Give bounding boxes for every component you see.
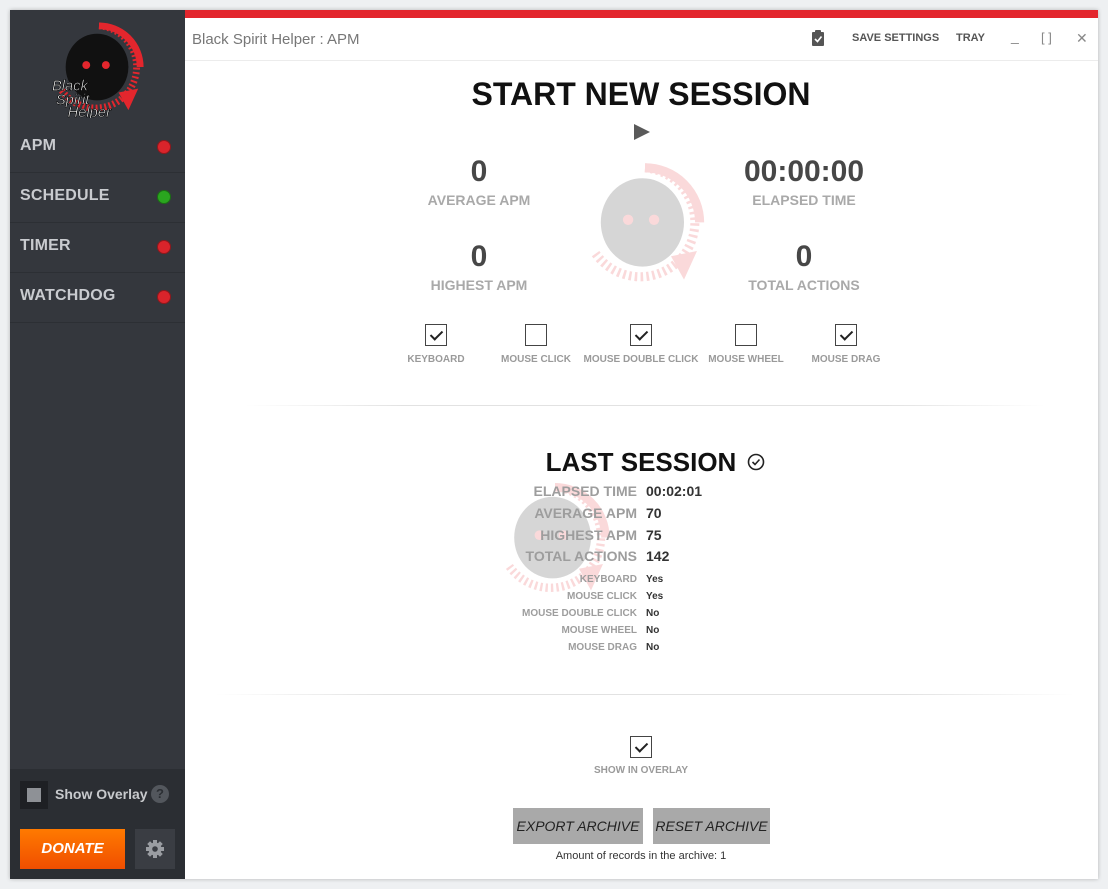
last-mouse-double-click-value: No (646, 608, 660, 619)
sidebar-item-label: WATCHDOG (20, 287, 116, 304)
mouse-drag-label: MOUSE DRAG (811, 354, 881, 365)
show-in-overlay-label: SHOW IN OVERLAY (593, 765, 689, 776)
last-total-actions-label: TOTAL ACTIONS (525, 548, 637, 564)
window-title: Black Spirit Helper : APM (192, 31, 360, 48)
main-panel: Black Spirit Helper : APM SAVE SETTINGS … (185, 10, 1098, 879)
tray-button[interactable]: TRAY (956, 32, 985, 44)
last-mouse-double-click-label: MOUSE DOUBLE CLICK (522, 608, 637, 619)
svg-text:Helper: Helper (68, 105, 112, 118)
sidebar-item-label: TIMER (20, 237, 71, 254)
last-mouse-drag-value: No (646, 642, 660, 653)
elapsed-time-value: 00:00:00 (743, 155, 865, 188)
highest-apm-label: HIGHEST APM (430, 277, 528, 293)
total-actions-value: 0 (795, 240, 813, 273)
close-button[interactable]: ✕ (1076, 30, 1088, 47)
accent-bar (185, 10, 1098, 18)
show-overlay-label: Show Overlay (55, 786, 148, 802)
last-mouse-click-label: MOUSE CLICK (567, 591, 637, 602)
elapsed-time-label: ELAPSED TIME (752, 192, 856, 208)
title-bar: Black Spirit Helper : APM SAVE SETTINGS … (185, 18, 1098, 61)
last-mouse-wheel-label: MOUSE WHEEL (561, 625, 637, 636)
minimize-button[interactable]: _ (1011, 28, 1019, 44)
show-overlay-checkbox[interactable] (20, 781, 48, 809)
show-in-overlay-checkbox[interactable] (630, 736, 652, 758)
maximize-button[interactable]: [ ] (1041, 30, 1052, 45)
show-overlay-toggle-row: Show Overlay ? (10, 769, 185, 819)
last-elapsed-time-value: 00:02:01 (646, 483, 703, 499)
sidebar-item-label: APM (20, 137, 57, 154)
mouse-click-checkbox[interactable] (525, 324, 547, 346)
last-mouse-drag-label: MOUSE DRAG (568, 642, 637, 653)
last-average-apm-value: 70 (646, 505, 662, 521)
archive-records-count: Amount of records in the archive: 1 (555, 850, 727, 862)
sidebar: Black Spirit Helper APM SCHEDULE TIMER W… (10, 10, 185, 879)
sidebar-item-timer[interactable]: TIMER (10, 223, 185, 273)
last-session-title: LAST SESSION (545, 447, 737, 477)
sidebar-footer: DONATE (10, 819, 185, 879)
last-elapsed-time-label: ELAPSED TIME (533, 483, 637, 499)
total-actions-label: TOTAL ACTIONS (748, 277, 860, 293)
last-average-apm-label: AVERAGE APM (534, 505, 637, 521)
average-apm-value: 0 (470, 155, 488, 188)
section-divider (215, 694, 1075, 695)
last-mouse-click-value: Yes (646, 591, 664, 602)
settings-button[interactable] (135, 829, 175, 869)
last-mouse-wheel-value: No (646, 625, 660, 636)
clipboard-check-icon[interactable] (811, 30, 825, 46)
sidebar-item-schedule[interactable]: SCHEDULE (10, 173, 185, 223)
gear-icon (146, 840, 164, 858)
sidebar-item-apm[interactable]: APM (10, 123, 185, 173)
play-icon[interactable] (633, 123, 651, 141)
last-keyboard-value: Yes (646, 574, 664, 585)
new-session-title: START NEW SESSION (471, 76, 811, 112)
sidebar-item-label: SCHEDULE (20, 187, 110, 204)
last-highest-apm-label: HIGHEST APM (540, 527, 637, 543)
sidebar-item-watchdog[interactable]: WATCHDOG (10, 273, 185, 323)
donate-button[interactable]: DONATE (20, 829, 125, 869)
last-highest-apm-value: 75 (646, 527, 662, 543)
mouse-double-click-checkbox[interactable] (630, 324, 652, 346)
logo-watermark (580, 160, 710, 290)
status-dot-icon (157, 240, 171, 254)
save-settings-button[interactable]: SAVE SETTINGS (852, 32, 939, 44)
help-icon[interactable]: ? (151, 785, 169, 803)
last-keyboard-label: KEYBOARD (579, 574, 637, 585)
last-total-actions-value: 142 (646, 548, 670, 564)
circle-check-icon (747, 453, 765, 471)
reset-archive-button[interactable]: RESET ARCHIVE (653, 808, 770, 844)
status-dot-icon (157, 290, 171, 304)
mouse-drag-checkbox[interactable] (835, 324, 857, 346)
app-window: Black Spirit Helper APM SCHEDULE TIMER W… (10, 10, 1098, 879)
section-divider (245, 405, 1045, 406)
mouse-wheel-checkbox[interactable] (735, 324, 757, 346)
average-apm-label: AVERAGE APM (427, 192, 531, 208)
status-dot-icon (157, 190, 171, 204)
status-dot-icon (157, 140, 171, 154)
keyboard-checkbox[interactable] (425, 324, 447, 346)
export-archive-button[interactable]: EXPORT ARCHIVE (513, 808, 643, 844)
app-logo: Black Spirit Helper (50, 20, 148, 121)
highest-apm-value: 0 (470, 240, 488, 273)
